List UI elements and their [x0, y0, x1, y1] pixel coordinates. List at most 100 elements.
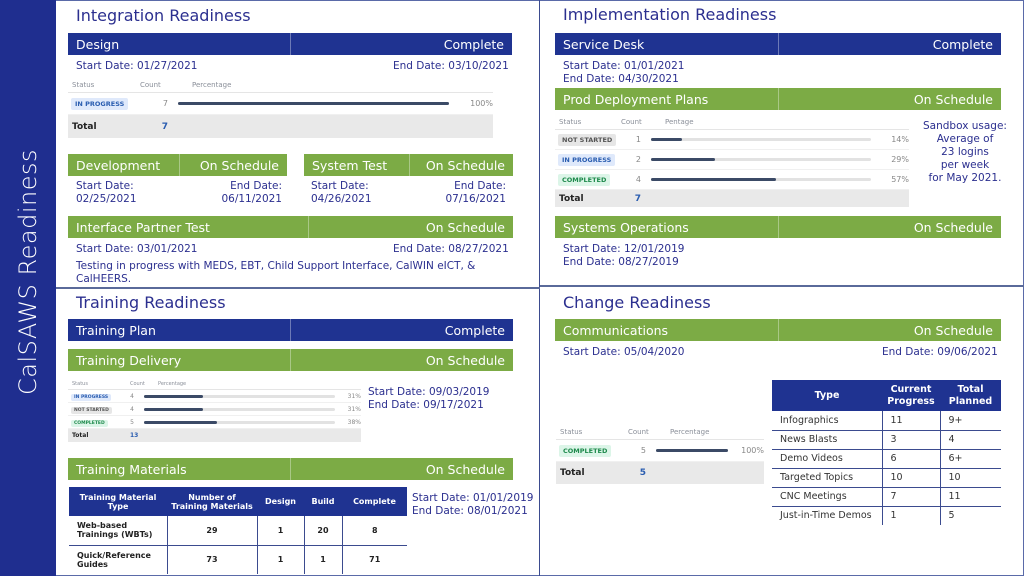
system-test-start-label: Start Date: [311, 180, 369, 192]
progress-fill [651, 158, 715, 161]
training-plan-status: Complete [444, 322, 505, 338]
cell: 6 [882, 449, 941, 469]
prod-deploy-status-widget: Status Count Pentage NOT STARTED 1 14% IN PROG… [555, 114, 909, 207]
status-count: 4 [130, 405, 134, 413]
total-row: Total 7 [68, 115, 493, 138]
communications-label: Communications [563, 322, 669, 338]
interface-note-cont: CalHEERS. [76, 273, 132, 285]
communications-status: On Schedule [913, 322, 993, 338]
cell: 20 [304, 516, 343, 546]
th-number: Number of Training Materials [167, 487, 257, 516]
development-start-label: Start Date: [76, 180, 134, 192]
widget-header-cell: Percentage [158, 380, 187, 387]
progress-track [656, 449, 728, 452]
cell: 73 [167, 545, 258, 574]
cell: 11 [940, 487, 1001, 507]
widget-header: Status Count Percentage [556, 424, 764, 440]
status-cell: COMPLETED [555, 174, 621, 186]
cell: 10 [940, 468, 1001, 488]
cell: Demo Videos [772, 449, 883, 469]
widget-header-cell: Status [72, 80, 95, 89]
design-bar[interactable]: Design Complete [68, 33, 512, 55]
status-percent: 14% [891, 135, 909, 144]
development-bar[interactable]: Development On Schedule [68, 154, 287, 176]
training-delivery-bar[interactable]: Training Delivery On Schedule [68, 349, 513, 371]
cell: Infographics [772, 411, 883, 431]
training-materials-status: On Schedule [425, 461, 505, 477]
status-count: 1 [635, 135, 641, 144]
status-pill: COMPLETED [559, 445, 612, 457]
development-end-label: End Date: [230, 180, 282, 192]
training-plan-bar[interactable]: Training Plan Complete [68, 319, 513, 341]
service-desk-bar[interactable]: Service Desk Complete [555, 33, 1001, 55]
widget-header-cell: Status [560, 427, 583, 436]
status-cell: NOT STARTED [68, 406, 130, 414]
widget-header-cell: Percentage [670, 427, 710, 436]
progress-track [651, 178, 871, 181]
widget-header-cell: Status [72, 380, 88, 387]
th-total-planned: Total Planned [940, 380, 1001, 411]
interface-partner-test-bar[interactable]: Interface Partner Test On Schedule [68, 216, 513, 238]
change-readiness-title: Change Readiness [563, 293, 711, 312]
total-count: 7 [161, 121, 168, 132]
service-desk-label: Service Desk [563, 36, 645, 52]
status-row: NOT STARTED 4 31% [68, 403, 361, 416]
interface-status: On Schedule [425, 219, 505, 235]
status-percent: 100% [741, 446, 764, 455]
cell: Quick/Reference Guides [69, 545, 168, 574]
table-row: Quick/Reference Guides 73 1 1 71 [69, 545, 407, 574]
status-row: IN PROGRESS 2 29% [555, 150, 909, 170]
th-design: Design [257, 487, 304, 516]
status-pill: NOT STARTED [558, 134, 617, 146]
sandbox-line: Sandbox usage: [923, 120, 1007, 132]
table-row: CNC Meetings 7 11 [772, 487, 1001, 507]
total-count: 13 [130, 432, 139, 439]
status-cell: NOT STARTED [555, 134, 621, 146]
status-pill: COMPLETED [71, 419, 108, 427]
status-count: 4 [130, 392, 134, 400]
sandbox-usage-note: Sandbox usage: Average of 23 logins per … [915, 120, 1015, 185]
status-pill: IN PROGRESS [71, 98, 129, 110]
progress-fill [144, 394, 204, 398]
design-start-date: Start Date: 01/27/2021 [76, 60, 198, 72]
cell: 29 [167, 516, 258, 546]
sandbox-line: per week [940, 159, 990, 171]
widget-header-cell: Count [621, 117, 642, 126]
prod-deployment-plans-bar[interactable]: Prod Deployment Plans On Schedule [555, 88, 1001, 110]
development-status: On Schedule [199, 157, 279, 173]
table-row: News Blasts 3 4 [772, 430, 1001, 450]
cell: 5 [948, 510, 955, 522]
table-row: Infographics 11 9+ [772, 411, 1001, 431]
training-materials-table: Training Material Type Number of Trainin… [69, 487, 407, 574]
sandbox-line: 23 logins [941, 146, 989, 158]
total-row: Total 5 [556, 462, 764, 484]
system-test-bar[interactable]: System Test On Schedule [304, 154, 513, 176]
systems-operations-bar[interactable]: Systems Operations On Schedule [555, 216, 1001, 238]
status-cell: IN PROGRESS [68, 98, 140, 110]
cell: 1 [304, 545, 343, 574]
total-count: 5 [639, 468, 646, 478]
total-label: Total [72, 432, 89, 439]
status-percent: 29% [891, 155, 909, 164]
status-count: 2 [635, 155, 641, 164]
total-label: Total [560, 468, 585, 478]
cell: 6+ [940, 449, 1001, 469]
change-readiness-table: Type Current Progress Total Planned Info… [772, 380, 1001, 525]
progress-fill [178, 102, 449, 105]
sandbox-line: Average of [936, 133, 994, 145]
status-pill: NOT STARTED [71, 406, 112, 414]
system-test-start-value: 04/26/2021 [311, 193, 372, 205]
design-label: Design [76, 36, 120, 52]
interface-label: Interface Partner Test [76, 219, 210, 235]
widget-header: Status Count Percentage [68, 378, 361, 390]
cell: 71 [369, 555, 381, 565]
cell: 4 [940, 430, 1001, 450]
communications-bar[interactable]: Communications On Schedule [555, 319, 1001, 341]
cell: Just-in-Time Demos [772, 506, 883, 525]
sys-ops-label: Systems Operations [563, 219, 689, 235]
training-materials-bar[interactable]: Training Materials On Schedule [68, 458, 513, 480]
design-status-widget: Status Count Percentage IN PROGRESS 7 100% Tot… [68, 77, 493, 138]
training-plan-label: Training Plan [76, 322, 156, 338]
cell: 8 [342, 516, 407, 546]
status-row: COMPLETED 5 100% [556, 440, 764, 462]
